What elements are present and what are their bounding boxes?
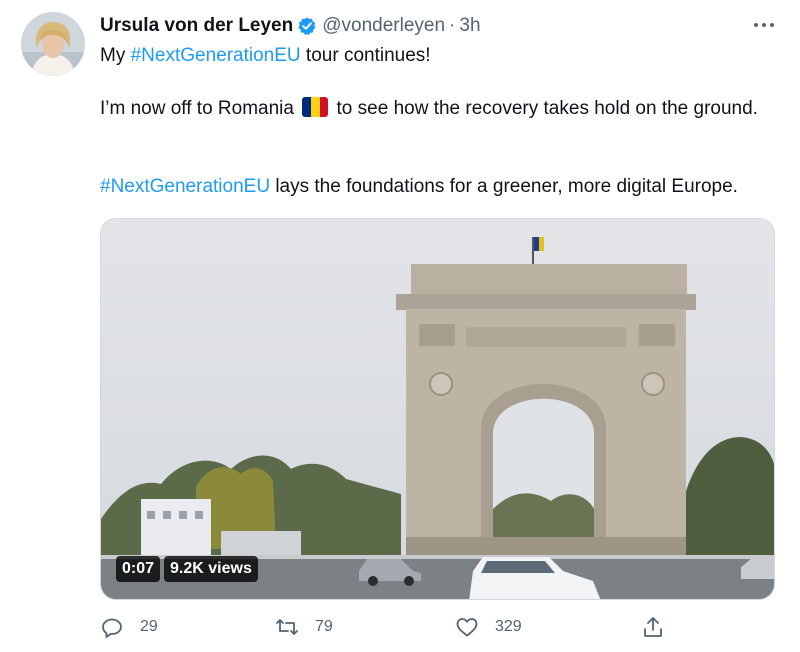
text-segment: My (100, 45, 131, 66)
tweet-text-line-3: #NextGenerationEU lays the foundations f… (100, 174, 790, 200)
romania-flag-icon (302, 97, 329, 117)
text-segment: lays the foundations for a greener, more… (270, 176, 738, 197)
text-segment: I’m now off to Romania (100, 98, 300, 119)
retweet-icon (276, 619, 298, 635)
video-duration: 0:07 (116, 556, 161, 582)
reply-button[interactable]: 29 (100, 612, 158, 642)
video-player[interactable] (100, 218, 775, 600)
tweet-header: Ursula von der Leyen @vonderleyen · 3h (100, 13, 481, 39)
share-icon (644, 617, 662, 637)
display-name[interactable]: Ursula von der Leyen (100, 15, 293, 37)
text-segment: tour continues! (300, 45, 431, 66)
share-button[interactable] (641, 612, 665, 642)
user-handle[interactable]: @vonderleyen (322, 15, 445, 37)
heart-icon (456, 618, 478, 637)
separator-dot: · (449, 15, 456, 36)
retweet-count: 79 (315, 618, 333, 635)
verified-badge-icon (297, 16, 317, 36)
reply-icon (102, 618, 122, 638)
tweet-card[interactable]: Ursula von der Leyen @vonderleyen · 3h M… (0, 0, 800, 652)
profile-photo-icon (21, 12, 85, 76)
video-metadata: 0:07 9.2K views (116, 556, 258, 582)
more-options-button[interactable] (748, 12, 780, 38)
like-count: 329 (495, 618, 522, 635)
tweet-text-line-2: I’m now off to Romania to see how the re… (100, 96, 790, 122)
video-thumbnail (101, 219, 774, 599)
timestamp[interactable]: 3h (459, 15, 480, 37)
hashtag-link[interactable]: #NextGenerationEU (131, 45, 301, 66)
tweet-actions-bar: 29 79 329 (100, 612, 780, 642)
more-horizontal-icon (754, 23, 774, 27)
text-segment: to see how the recovery takes hold on th… (331, 98, 758, 119)
video-views: 9.2K views (164, 556, 258, 582)
retweet-button[interactable]: 79 (275, 612, 333, 642)
avatar[interactable] (21, 12, 85, 76)
like-button[interactable]: 329 (455, 612, 522, 642)
arch-of-triumph (396, 237, 696, 561)
hashtag-link[interactable]: #NextGenerationEU (100, 176, 270, 197)
reply-count: 29 (140, 618, 158, 635)
tweet-text-line-1: My #NextGenerationEU tour continues! (100, 43, 790, 69)
